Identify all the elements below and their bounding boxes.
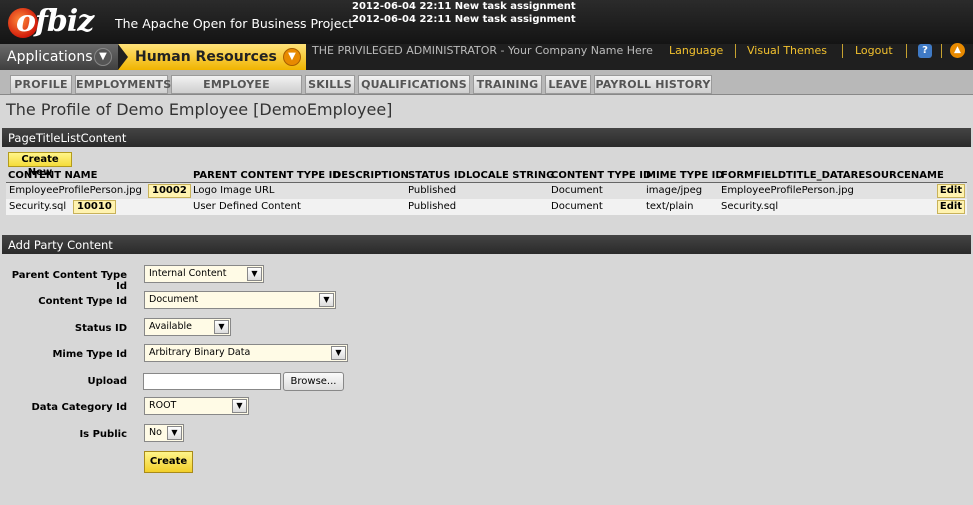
chevron-down-icon: ▼ [331,346,346,360]
is-public-select[interactable]: No ▼ [144,424,184,442]
select-value: ROOT [149,400,177,411]
chevron-down-icon: ▼ [232,399,247,413]
status-select[interactable]: Available ▼ [144,318,231,336]
ofbiz-logo[interactable]: ofbiz [6,2,110,42]
content-type-cell: Document [551,185,603,196]
mime-type-select[interactable]: Arbitrary Binary Data ▼ [144,344,348,362]
mime-type-cell: text/plain [646,201,694,212]
help-icon[interactable]: ? [918,44,932,58]
tab-qualifications[interactable]: QUALIFICATIONS [358,75,470,94]
language-link[interactable]: Language [669,44,723,57]
mime-type-cell: image/jpeg [646,185,703,196]
select-value: No [149,427,162,438]
data-category-select[interactable]: ROOT ▼ [144,397,249,415]
column-header[interactable]: PARENT CONTENT TYPE ID [193,170,341,181]
notification-item[interactable]: 2012-06-04 22:11 New task assignment [352,0,576,13]
content-id-link[interactable]: 10002 [148,184,191,198]
data-category-label: Data Category Id [31,402,127,413]
chevron-down-icon: ▼ [94,48,112,66]
is-public-label: Is Public [79,429,127,440]
content-type-label: Content Type Id [38,296,127,307]
description-cell: User Defined Content [193,201,301,212]
upload-file-input[interactable] [143,373,281,390]
notification-item[interactable]: 2012-06-04 22:11 New task assignment [352,13,576,26]
status-cell: Published [408,201,457,212]
content-name-cell: EmployeeProfilePerson.jpg [9,185,142,196]
divider [842,44,843,58]
column-header[interactable]: LOCALE STRING [466,170,554,181]
tab-training[interactable]: TRAINING [473,75,542,94]
tagline: The Apache Open for Business Project [115,16,354,31]
main-content: The Profile of Demo Employee [DemoEmploy… [0,95,973,505]
page-title: The Profile of Demo Employee [DemoEmploy… [6,100,393,119]
column-header[interactable]: FORMFIELDTITLE_DATARESOURCENAME [721,170,944,181]
tab-bar: PROFILE EMPLOYMENTS EMPLOYEE POSITION SK… [0,70,973,108]
chevron-down-icon: ▼ [283,48,301,66]
edit-button[interactable]: Edit [937,200,965,214]
divider [906,44,907,58]
logout-link[interactable]: Logout [855,44,893,57]
tab-employee-position[interactable]: EMPLOYEE POSITION [171,75,302,108]
content-type-select[interactable]: Document ▼ [144,291,336,309]
column-header[interactable]: DESCRIPTION [333,170,409,181]
current-app-button[interactable]: Human Resources ▼ [118,44,306,70]
content-list-title: PageTitleListContent [2,128,971,147]
content-name-cell: Security.sql [9,201,67,212]
chevron-down-icon: ▼ [319,293,334,307]
select-value: Available [149,321,193,332]
divider [941,44,942,58]
column-header[interactable]: CONTENT NAME [8,170,97,181]
divider [735,44,736,58]
content-type-cell: Document [551,201,603,212]
chevron-down-icon: ▼ [167,426,182,440]
tab-profile[interactable]: PROFILE [10,75,72,94]
chevron-down-icon: ▼ [214,320,229,334]
applications-menu-button[interactable]: Applications ▼ [0,44,118,70]
top-header: ofbiz The Apache Open for Business Proje… [0,0,973,44]
resource-name-cell: EmployeeProfilePerson.jpg [721,185,854,196]
create-new-button[interactable]: Create New [8,152,72,178]
description-cell: Logo Image URL [193,185,275,196]
mime-type-label: Mime Type Id [52,349,127,360]
tab-leave[interactable]: LEAVE [545,75,591,94]
create-button[interactable]: Create [144,451,193,473]
table-row: Security.sql 10010 User Defined Content … [6,199,967,215]
visual-themes-link[interactable]: Visual Themes [747,44,827,57]
edit-button[interactable]: Edit [937,184,965,198]
select-value: Document [149,294,199,305]
select-value: Arbitrary Binary Data [149,347,251,358]
column-header[interactable]: CONTENT TYPE ID [551,170,651,181]
tab-employments[interactable]: EMPLOYMENTS [75,75,171,94]
content-id-link[interactable]: 10010 [73,200,116,214]
upload-label: Upload [87,376,127,387]
notifications: 2012-06-04 22:11 New task assignment 201… [352,0,576,26]
logo-text: ofbiz [16,4,94,39]
column-header[interactable]: MIME TYPE ID [646,170,724,181]
select-value: Internal Content [149,268,227,279]
app-bar: Applications ▼ Human Resources ▼ THE PRI… [0,43,973,70]
tab-skills[interactable]: SKILLS [305,75,355,94]
column-header[interactable]: STATUS ID [408,170,466,181]
current-app-label: Human Resources [135,49,277,65]
collapse-icon[interactable]: ▲ [950,43,965,58]
applications-label: Applications [7,49,93,65]
chevron-down-icon: ▼ [247,267,262,281]
browse-button[interactable]: Browse... [283,372,344,391]
status-cell: Published [408,185,457,196]
status-label: Status ID [74,323,127,334]
tab-payroll-history[interactable]: PAYROLL HISTORY [594,75,712,94]
resource-name-cell: Security.sql [721,201,779,212]
add-party-content-title: Add Party Content [2,235,971,254]
table-row: EmployeeProfilePerson.jpg 10002 Logo Ima… [6,183,967,199]
user-info: THE PRIVILEGED ADMINISTRATOR - Your Comp… [312,44,653,57]
parent-content-type-select[interactable]: Internal Content ▼ [144,265,264,283]
parent-content-type-label: Parent Content Type Id [11,270,127,292]
